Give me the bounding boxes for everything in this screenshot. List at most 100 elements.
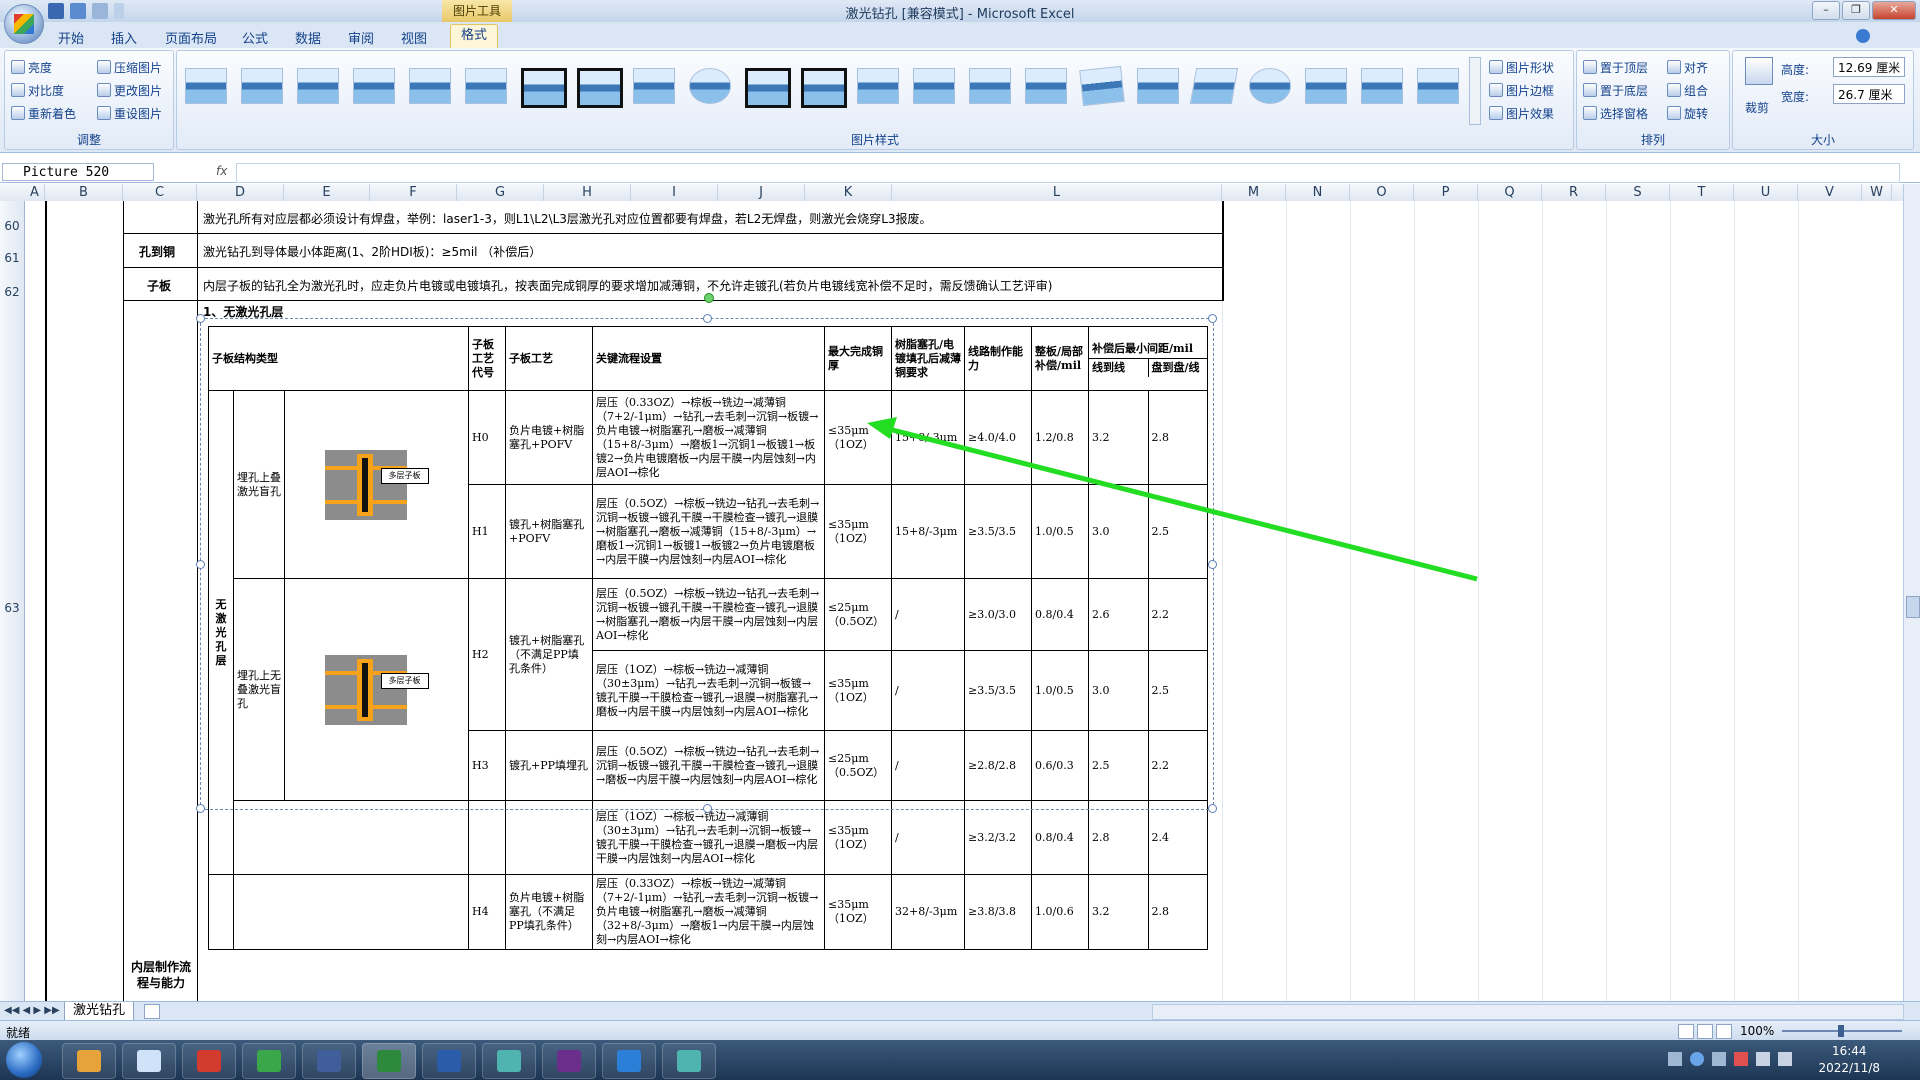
col-header[interactable]: H bbox=[544, 184, 631, 201]
taskbar-app-word[interactable] bbox=[422, 1043, 476, 1079]
row-header[interactable]: 63 bbox=[0, 601, 24, 615]
recolor-button[interactable]: 重新着色 bbox=[11, 105, 76, 122]
col-header[interactable]: N bbox=[1286, 184, 1350, 201]
normal-view-icon[interactable] bbox=[1678, 1024, 1694, 1039]
height-input[interactable]: 12.69 厘米 bbox=[1833, 57, 1905, 77]
col-header[interactable]: P bbox=[1414, 184, 1478, 201]
taskbar-app-shell[interactable] bbox=[62, 1043, 116, 1079]
tab-formulas[interactable]: 公式 bbox=[242, 28, 268, 47]
taskbar-app-notepad[interactable] bbox=[122, 1043, 176, 1079]
redo-icon[interactable] bbox=[92, 3, 108, 19]
taskbar-app-save[interactable] bbox=[302, 1043, 356, 1079]
restore-button[interactable]: ❐ bbox=[1842, 1, 1870, 20]
flag-icon[interactable] bbox=[1734, 1052, 1748, 1066]
row-header[interactable]: 60 bbox=[0, 219, 24, 233]
selection-pane-button[interactable]: 选择窗格 bbox=[1583, 105, 1648, 122]
picture-style-7[interactable] bbox=[521, 68, 567, 108]
picture-style-19[interactable] bbox=[1189, 68, 1239, 104]
save-icon[interactable] bbox=[48, 3, 64, 19]
col-header[interactable]: I bbox=[631, 184, 718, 201]
help-tray-icon[interactable] bbox=[1690, 1052, 1704, 1066]
taskbar-app-p[interactable] bbox=[242, 1043, 296, 1079]
styles-scroll[interactable] bbox=[1469, 57, 1481, 125]
col-header[interactable]: R bbox=[1542, 184, 1606, 201]
zoom-slider-thumb[interactable] bbox=[1838, 1025, 1844, 1037]
picture-style-13[interactable] bbox=[857, 68, 899, 104]
taskbar-app-cad[interactable] bbox=[182, 1043, 236, 1079]
change-picture-button[interactable]: 更改图片 bbox=[97, 82, 162, 99]
width-input[interactable]: 26.7 厘米 bbox=[1833, 84, 1905, 104]
picture-style-23[interactable] bbox=[1417, 68, 1459, 104]
col-header[interactable]: D bbox=[197, 184, 284, 201]
picture-border-button[interactable]: 图片边框 bbox=[1489, 82, 1554, 99]
picture-style-15[interactable] bbox=[969, 68, 1011, 104]
col-header[interactable]: V bbox=[1798, 184, 1862, 201]
col-header[interactable]: T bbox=[1670, 184, 1734, 201]
office-button[interactable] bbox=[4, 4, 44, 44]
col-header[interactable]: A bbox=[25, 184, 45, 201]
page-break-view-icon[interactable] bbox=[1716, 1024, 1732, 1039]
close-button[interactable]: ✕ bbox=[1872, 1, 1916, 20]
col-header[interactable]: J bbox=[718, 184, 805, 201]
tab-insert[interactable]: 插入 bbox=[111, 28, 137, 47]
col-header[interactable]: S bbox=[1606, 184, 1670, 201]
brightness-button[interactable]: 亮度 bbox=[11, 59, 52, 76]
picture-style-5[interactable] bbox=[409, 68, 451, 104]
formula-input[interactable] bbox=[236, 163, 1900, 183]
row-header[interactable]: 61 bbox=[0, 251, 24, 265]
col-header[interactable]: Q bbox=[1478, 184, 1542, 201]
col-header[interactable]: W bbox=[1862, 184, 1892, 201]
reset-picture-button[interactable]: 重设图片 bbox=[97, 105, 162, 122]
picture-style-4[interactable] bbox=[353, 68, 395, 104]
picture-style-9[interactable] bbox=[633, 68, 675, 104]
picture-style-2[interactable] bbox=[241, 68, 283, 104]
scroll-thumb[interactable] bbox=[1906, 596, 1920, 618]
picture-style-10[interactable] bbox=[689, 68, 731, 104]
insert-function-icon[interactable]: fx bbox=[216, 164, 227, 178]
zoom-level[interactable]: 100% bbox=[1740, 1024, 1774, 1038]
minimize-button[interactable]: – bbox=[1812, 1, 1840, 20]
col-header[interactable]: U bbox=[1734, 184, 1798, 201]
crop-icon[interactable] bbox=[1745, 57, 1773, 85]
taskbar-app-eye[interactable] bbox=[482, 1043, 536, 1079]
col-header[interactable]: E bbox=[284, 184, 370, 201]
col-header[interactable]: O bbox=[1350, 184, 1414, 201]
picture-style-6[interactable] bbox=[465, 68, 507, 104]
undo-icon[interactable] bbox=[70, 3, 86, 19]
taskbar-clock[interactable]: 16:44 2022/11/8 bbox=[1818, 1043, 1880, 1077]
customize-qat-icon[interactable] bbox=[114, 3, 124, 19]
picture-style-17[interactable] bbox=[1079, 65, 1125, 107]
tab-home[interactable]: 开始 bbox=[58, 28, 84, 47]
picture-effects-button[interactable]: 图片效果 bbox=[1489, 105, 1554, 122]
vertical-scrollbar[interactable] bbox=[1903, 184, 1920, 1001]
picture-style-12[interactable] bbox=[801, 68, 847, 108]
row-header[interactable]: 62 bbox=[0, 285, 24, 299]
volume-icon[interactable] bbox=[1756, 1052, 1770, 1066]
horizontal-scrollbar[interactable] bbox=[1152, 1004, 1904, 1020]
send-to-back-button[interactable]: 置于底层 bbox=[1583, 82, 1648, 99]
picture-style-14[interactable] bbox=[913, 68, 955, 104]
tab-data[interactable]: 数据 bbox=[295, 28, 321, 47]
picture-style-20[interactable] bbox=[1249, 68, 1291, 104]
page-layout-view-icon[interactable] bbox=[1697, 1024, 1713, 1039]
taskbar-app-eye2[interactable] bbox=[662, 1043, 716, 1079]
col-header[interactable]: C bbox=[123, 184, 197, 201]
tab-nav-icons[interactable]: ◀◀ ◀ ▶ ▶▶ bbox=[4, 1005, 60, 1016]
taskbar-app-excel[interactable] bbox=[362, 1043, 416, 1079]
picture-style-21[interactable] bbox=[1305, 68, 1347, 104]
picture-style-22[interactable] bbox=[1361, 68, 1403, 104]
crop-label[interactable]: 裁剪 bbox=[1745, 99, 1769, 116]
help-icon[interactable] bbox=[1856, 29, 1870, 43]
rotate-button[interactable]: 旋转 bbox=[1667, 105, 1708, 122]
tab-view[interactable]: 视图 bbox=[401, 28, 427, 47]
picture-style-1[interactable] bbox=[185, 68, 227, 104]
col-header[interactable]: G bbox=[457, 184, 544, 201]
align-button[interactable]: 对齐 bbox=[1667, 59, 1708, 76]
taskbar-app-x[interactable] bbox=[542, 1043, 596, 1079]
picture-style-18[interactable] bbox=[1137, 68, 1179, 104]
col-header[interactable]: B bbox=[45, 184, 123, 201]
taskbar-app-arrow[interactable] bbox=[602, 1043, 656, 1079]
col-header[interactable]: F bbox=[370, 184, 457, 201]
contrast-button[interactable]: 对比度 bbox=[11, 82, 64, 99]
picture-style-8[interactable] bbox=[577, 68, 623, 108]
